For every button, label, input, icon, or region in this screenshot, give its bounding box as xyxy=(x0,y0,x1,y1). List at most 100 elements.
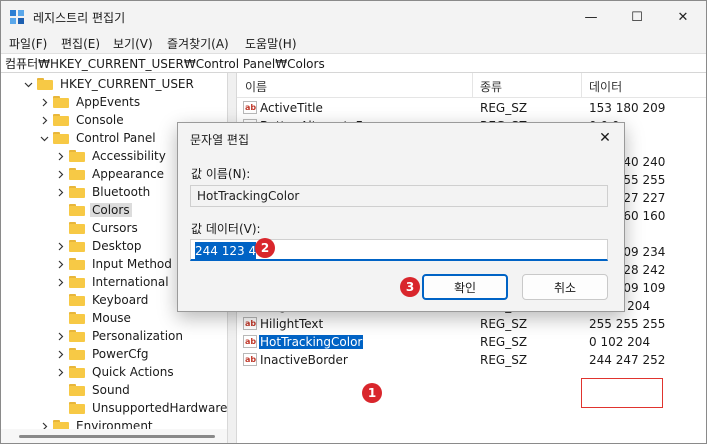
chevron-right-icon[interactable] xyxy=(39,97,49,107)
value-data-selected-text: 244 123 4 xyxy=(195,242,257,260)
chevron-placeholder xyxy=(55,223,65,233)
menu-help[interactable]: 도움말(H) xyxy=(245,35,297,52)
tree-item[interactable]: Mouse xyxy=(55,309,133,327)
chevron-right-icon[interactable] xyxy=(55,241,65,251)
tree-item[interactable]: Desktop xyxy=(55,237,144,255)
folder-icon xyxy=(69,150,85,162)
chevron-right-icon[interactable] xyxy=(55,277,65,287)
chevron-placeholder xyxy=(55,385,65,395)
tree-item[interactable]: Colors xyxy=(55,201,132,219)
chevron-placeholder xyxy=(55,295,65,305)
chevron-right-icon[interactable] xyxy=(55,349,65,359)
chevron-right-icon[interactable] xyxy=(55,367,65,377)
menu-edit[interactable]: 편집(E) xyxy=(61,35,100,52)
folder-icon xyxy=(69,366,85,378)
value-name-field: HotTrackingColor xyxy=(190,185,608,207)
tree-item[interactable]: Quick Actions xyxy=(55,363,176,381)
list-row[interactable]: ab InactiveBorder REG_SZ 244 247 252 xyxy=(237,351,706,369)
string-value-icon: ab xyxy=(243,317,257,330)
chevron-right-icon[interactable] xyxy=(55,187,65,197)
tree-item-label: Appearance xyxy=(92,167,165,181)
close-icon: ✕ xyxy=(599,130,611,146)
tree-item[interactable]: International xyxy=(55,273,171,291)
tree-item[interactable]: Keyboard xyxy=(55,291,150,309)
tree-item[interactable]: Control Panel xyxy=(39,129,158,147)
string-value-icon: ab xyxy=(243,353,257,366)
tree-item[interactable]: Sound xyxy=(55,381,132,399)
tree-item[interactable]: HKEY_CURRENT_USER xyxy=(23,75,196,93)
tree-item[interactable]: Bluetooth xyxy=(55,183,152,201)
tree-item[interactable]: Personalization xyxy=(55,327,185,345)
tree-item-label: Input Method xyxy=(92,257,172,271)
chevron-down-icon[interactable] xyxy=(23,79,33,89)
menu-file[interactable]: 파일(F) xyxy=(9,35,47,52)
column-type[interactable]: 종류 xyxy=(480,78,502,95)
value-data-cell: 244 247 252 xyxy=(589,353,666,367)
menu-bar: 파일(F) 편집(E) 보기(V) 즐겨찾기(A) 도움말(H) xyxy=(1,33,706,53)
value-type-cell: REG_SZ xyxy=(480,317,528,331)
tree-item[interactable]: Input Method xyxy=(55,255,174,273)
minimize-button[interactable]: — xyxy=(568,1,614,33)
column-divider[interactable] xyxy=(581,73,582,97)
list-header: 이름 종류 데이터 xyxy=(237,73,706,98)
value-data-cell: 255 255 255 xyxy=(589,317,666,331)
chevron-right-icon[interactable] xyxy=(55,151,65,161)
tree-item-label: Colors xyxy=(90,203,132,217)
list-row[interactable]: ab HilightText REG_SZ 255 255 255 xyxy=(237,315,706,333)
folder-icon xyxy=(69,348,85,360)
dialog-title: 문자열 편집 xyxy=(190,133,250,147)
maximize-button[interactable]: ☐ xyxy=(614,1,660,33)
column-data[interactable]: 데이터 xyxy=(589,78,622,95)
tree-item[interactable]: PowerCfg xyxy=(55,345,151,363)
value-name-cell: ActiveTitle xyxy=(260,101,323,115)
dialog-close-button[interactable]: ✕ xyxy=(594,127,616,149)
title-bar[interactable]: 레지스트리 편집기 — ☐ ✕ xyxy=(1,1,706,33)
chevron-placeholder xyxy=(55,313,65,323)
folder-icon xyxy=(53,114,69,126)
tree-item[interactable]: Cursors xyxy=(55,219,140,237)
tree-item[interactable]: Appearance xyxy=(55,165,166,183)
tree-item-label: HKEY_CURRENT_USER xyxy=(60,77,194,91)
chevron-placeholder xyxy=(55,205,65,215)
string-value-icon: ab xyxy=(243,335,257,348)
value-data-input[interactable]: 244 123 4 xyxy=(190,239,608,261)
minimize-icon: — xyxy=(584,9,598,25)
folder-icon xyxy=(69,222,85,234)
tree-item-label: Keyboard xyxy=(92,293,149,307)
string-value-icon: ab xyxy=(243,101,257,114)
value-type-cell: REG_SZ xyxy=(480,335,528,349)
ok-button[interactable]: 확인 xyxy=(422,274,508,300)
value-data-label: 값 데이터(V): xyxy=(191,222,261,236)
registry-editor-window: 레지스트리 편집기 — ☐ ✕ 파일(F) 편집(E) 보기(V) 즐겨찾기(A… xyxy=(0,0,707,444)
chevron-right-icon[interactable] xyxy=(55,331,65,341)
menu-favorites[interactable]: 즐겨찾기(A) xyxy=(167,35,229,52)
address-bar[interactable]: 컴퓨터₩HKEY_CURRENT_USER₩Control Panel₩Colo… xyxy=(1,53,706,73)
tree-item[interactable]: Accessibility xyxy=(55,147,168,165)
tree-item-label: Quick Actions xyxy=(92,365,174,379)
column-divider[interactable] xyxy=(472,73,473,97)
tree-item[interactable]: UnsupportedHardware xyxy=(55,399,227,417)
list-row[interactable]: ab ActiveTitle REG_SZ 153 180 209 xyxy=(237,99,706,117)
tree-item-label: Desktop xyxy=(92,239,142,253)
folder-icon xyxy=(69,276,85,288)
chevron-down-icon[interactable] xyxy=(39,133,49,143)
tree-item[interactable]: Console xyxy=(39,111,126,129)
chevron-right-icon[interactable] xyxy=(55,169,65,179)
chevron-right-icon[interactable] xyxy=(39,115,49,125)
column-name[interactable]: 이름 xyxy=(245,78,267,95)
menu-view[interactable]: 보기(V) xyxy=(113,35,153,52)
tree-item-label: Mouse xyxy=(92,311,131,325)
folder-icon xyxy=(69,258,85,270)
registry-editor-icon xyxy=(10,10,24,24)
close-button[interactable]: ✕ xyxy=(660,1,706,33)
folder-icon xyxy=(69,330,85,342)
tree-horizontal-scrollbar[interactable] xyxy=(1,429,227,443)
chevron-placeholder xyxy=(55,403,65,413)
chevron-right-icon[interactable] xyxy=(55,259,65,269)
tree-item[interactable]: AppEvents xyxy=(39,93,142,111)
list-row[interactable]: ab HotTrackingColor REG_SZ 0 102 204 xyxy=(237,333,706,351)
cancel-button[interactable]: 취소 xyxy=(522,274,608,300)
tree-scroll-thumb[interactable] xyxy=(19,435,215,438)
step-badge-1: 1 xyxy=(362,383,382,403)
folder-icon xyxy=(69,402,85,414)
